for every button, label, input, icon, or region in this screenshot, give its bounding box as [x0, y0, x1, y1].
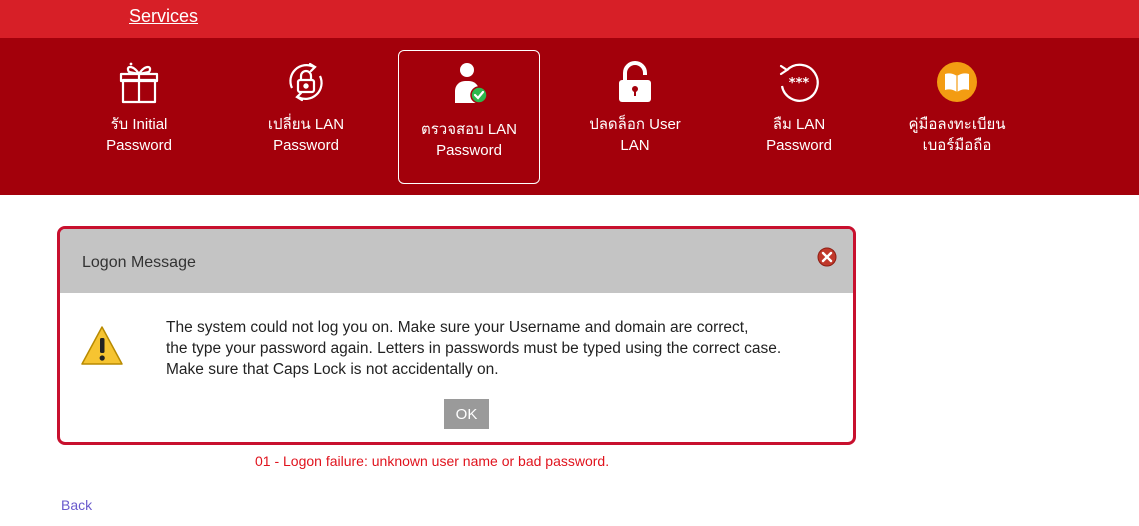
- nav-item-label: ลืม LAN Password: [766, 116, 832, 154]
- nav-item-change-lan-password[interactable]: เปลี่ยน LAN Password: [235, 50, 377, 184]
- close-icon[interactable]: [817, 247, 837, 267]
- top-bar: Services: [0, 0, 1139, 38]
- dialog-message: The system could not log you on. Make su…: [166, 319, 782, 378]
- dialog-title: Logon Message: [82, 254, 196, 271]
- svg-text:***: ***: [789, 76, 810, 91]
- service-nav: รับ Initial Password เปลี่ยน LAN Password …: [0, 38, 1139, 195]
- nav-item-unlock-user-lan[interactable]: ปลดล็อก User LAN: [564, 50, 706, 184]
- nav-item-initial-password[interactable]: รับ Initial Password: [68, 50, 210, 184]
- nav-item-label: รับ Initial Password: [106, 116, 172, 154]
- dialog-header: Logon Message: [60, 229, 853, 293]
- manual-book-icon: [937, 62, 977, 102]
- gift-icon: [119, 62, 159, 104]
- nav-item-mobile-registration-manual[interactable]: คู่มือลงทะเบียน เบอร์มือถือ: [886, 50, 1028, 184]
- lock-refresh-icon: [289, 62, 323, 102]
- nav-item-label: ตรวจสอบ LAN Password: [420, 121, 518, 159]
- nav-item-check-lan-password[interactable]: ตรวจสอบ LAN Password: [398, 50, 540, 184]
- nav-item-label: ปลดล็อก User LAN: [589, 116, 681, 154]
- error-message: 01 - Logon failure: unknown user name or…: [255, 453, 610, 469]
- password-reset-icon: ***: [779, 63, 819, 102]
- nav-item-label: คู่มือลงทะเบียน เบอร์มือถือ: [908, 116, 1006, 154]
- nav-item-forgot-lan-password[interactable]: *** ลืม LAN Password: [728, 50, 870, 184]
- ok-button[interactable]: OK: [444, 399, 489, 429]
- logon-message-dialog: Logon Message The system could not log y…: [57, 226, 856, 445]
- warning-icon: [81, 326, 123, 365]
- back-link[interactable]: Back: [61, 497, 92, 513]
- user-check-icon: [455, 63, 488, 104]
- unlock-icon: [619, 61, 651, 102]
- nav-item-label: เปลี่ยน LAN Password: [267, 116, 345, 154]
- services-link[interactable]: Services: [129, 6, 198, 27]
